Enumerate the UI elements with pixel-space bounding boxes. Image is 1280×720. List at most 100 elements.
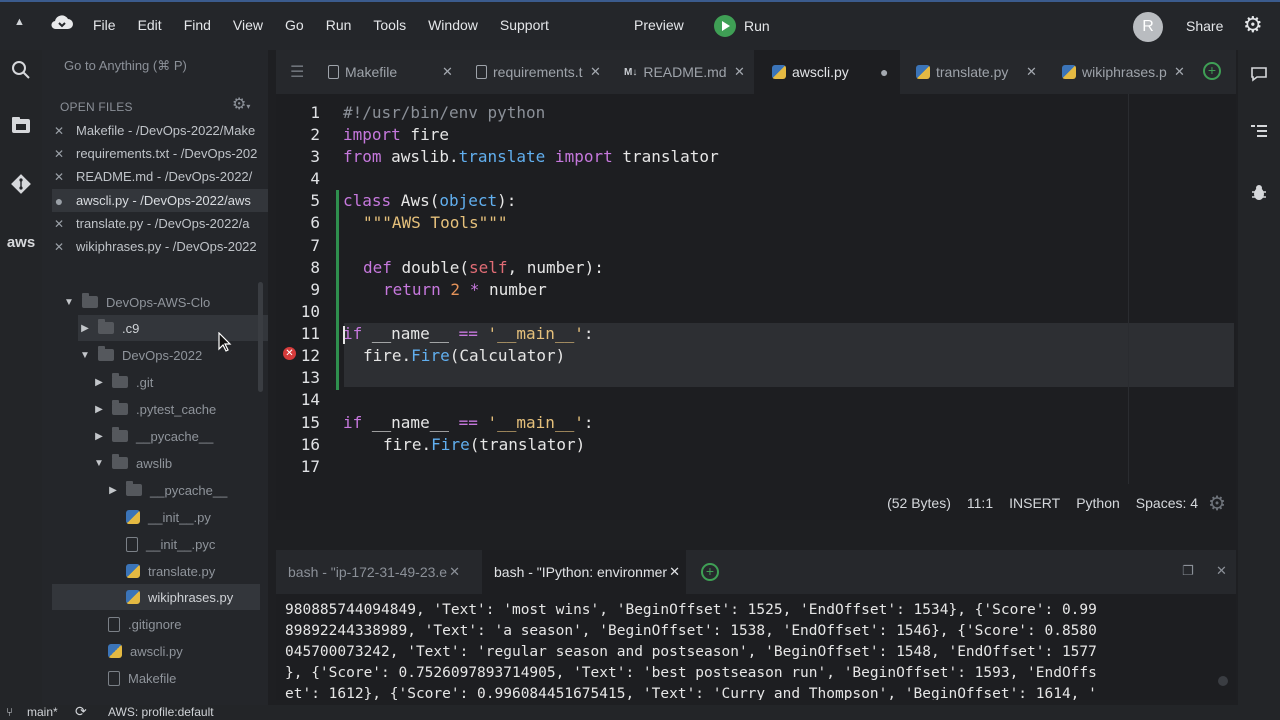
git-branch[interactable]: main* <box>27 705 58 719</box>
tree-file[interactable]: awscli.py <box>108 638 268 664</box>
close-icon[interactable]: ✕ <box>52 170 66 184</box>
menu-view[interactable]: View <box>233 17 263 33</box>
open-file-item-active[interactable]: ● awscli.py - /DevOps-2022/aws <box>52 189 268 212</box>
maximize-icon[interactable]: ❐ <box>1182 563 1194 579</box>
tab-menu-icon[interactable]: ☰ <box>290 62 304 82</box>
menu-support[interactable]: Support <box>500 17 549 33</box>
unsaved-dot-icon[interactable]: ● <box>52 193 66 209</box>
share-button[interactable]: Share <box>1186 18 1223 34</box>
open-files-settings-icon[interactable]: ⚙▾ <box>232 94 250 114</box>
close-icon[interactable]: ✕ <box>52 147 66 161</box>
tree-file[interactable]: __init__.pyc <box>126 531 268 557</box>
bottom-status-bar: ⑂ main* ⟳ AWS: profile:default <box>0 703 1280 720</box>
tab-translate[interactable]: translate.py ✕ <box>900 50 1046 94</box>
menu-window[interactable]: Window <box>428 17 478 33</box>
aws-icon[interactable]: aws <box>0 234 42 251</box>
tree-file-selected[interactable]: wikiphrases.py <box>52 584 260 610</box>
tree-folder[interactable]: ▶ .pytest_cache <box>92 396 268 422</box>
open-file-item[interactable]: ✕ wikiphrases.py - /DevOps-2022 <box>52 235 268 258</box>
tree-folder[interactable]: ▼ DevOps-2022 <box>78 342 268 368</box>
terminal-line: 980885744094849, 'Text': 'most wins', 'B… <box>285 602 1097 618</box>
tree-folder[interactable]: ▼ awslib <box>92 450 268 476</box>
terminal-line: }, {'Score': 0.7526097893714905, 'Text':… <box>285 665 1097 681</box>
open-file-item[interactable]: ✕ README.md - /DevOps-2022/ <box>52 165 268 188</box>
folder-icon <box>98 346 114 361</box>
sync-icon[interactable]: ⟳ <box>75 703 87 720</box>
close-icon[interactable]: ✕ <box>1216 563 1227 579</box>
python-file-icon <box>126 510 140 524</box>
tab-terminal-bash[interactable]: bash - "ip-172-31-49-23.e ✕ <box>276 550 480 594</box>
close-icon[interactable]: ✕ <box>442 64 453 80</box>
branch-icon[interactable]: ⑂ <box>6 705 13 719</box>
new-tab-plus-icon[interactable]: + <box>1203 62 1221 80</box>
new-terminal-plus-icon[interactable]: + <box>701 563 719 581</box>
cursor-position[interactable]: 11:1 <box>967 495 993 511</box>
tree-file[interactable]: __init__.py <box>126 504 268 530</box>
indent-setting[interactable]: Spaces: 4 <box>1136 495 1198 511</box>
tab-awscli[interactable]: awscli.py ● <box>754 50 900 94</box>
menu-go[interactable]: Go <box>285 17 304 33</box>
language-mode[interactable]: Python <box>1076 495 1120 511</box>
close-icon[interactable]: ✕ <box>52 240 66 254</box>
menu-file[interactable]: File <box>93 17 116 33</box>
run-button[interactable]: Run <box>714 15 792 37</box>
open-file-item[interactable]: ✕ requirements.txt - /DevOps-202 <box>52 142 268 165</box>
file-icon <box>126 536 138 552</box>
close-icon[interactable]: ✕ <box>734 64 745 80</box>
debugger-bug-icon[interactable] <box>1238 184 1280 207</box>
tab-readme[interactable]: M↓ README.md ✕ <box>620 50 754 94</box>
go-to-anything-input[interactable]: Go to Anything (⌘ P) <box>64 58 187 74</box>
tree-file[interactable]: .gitignore <box>108 611 268 637</box>
close-icon[interactable]: ✕ <box>1026 64 1037 80</box>
menu-find[interactable]: Find <box>184 17 211 33</box>
tree-folder[interactable]: ▼ DevOps-AWS-Clo <box>62 289 268 315</box>
tree-folder[interactable]: ▶ __pycache__ <box>106 477 268 503</box>
tab-makefile[interactable]: Makefile ✕ <box>320 50 470 94</box>
run-label: Run <box>744 18 770 34</box>
close-icon[interactable]: ✕ <box>52 217 66 231</box>
aws-profile[interactable]: AWS: profile:default <box>108 705 214 719</box>
close-icon[interactable]: ✕ <box>590 64 601 80</box>
environment-icon[interactable] <box>0 116 42 139</box>
mouse-cursor-icon <box>218 331 232 357</box>
gear-icon[interactable]: ⚙ <box>1208 491 1226 516</box>
preview-button[interactable]: Preview <box>634 17 684 33</box>
code-editor[interactable]: ✕ 1 2 3 4 5 6 7 8 9 10 11 12 13 14 15 16… <box>276 94 1236 520</box>
code-line: def double(self, number): <box>363 258 604 277</box>
tree-folder[interactable]: ▶ .c9 <box>78 315 268 341</box>
menu-edit[interactable]: Edit <box>138 17 162 33</box>
open-file-item[interactable]: ✕ Makefile - /DevOps-2022/Make <box>52 119 268 142</box>
close-icon[interactable]: ✕ <box>669 564 680 580</box>
tab-terminal-ipython[interactable]: bash - "IPython: environmer ✕ <box>482 550 686 594</box>
outline-icon[interactable] <box>1238 124 1280 143</box>
tree-file[interactable]: translate.py <box>126 558 268 584</box>
menu-run[interactable]: Run <box>326 17 352 33</box>
menu-bar: ▲ File Edit Find View Go Run Tools Windo… <box>0 0 1280 50</box>
close-icon[interactable]: ✕ <box>449 564 460 580</box>
editor-status-bar: (52 Bytes) 11:1 INSERT Python Spaces: 4 … <box>276 488 1236 518</box>
search-icon[interactable] <box>0 60 42 85</box>
close-icon[interactable]: ✕ <box>52 124 66 138</box>
python-file-icon <box>126 590 140 604</box>
line-number: 1 <box>310 103 320 122</box>
tree-file[interactable]: Makefile <box>108 665 268 691</box>
cloud9-logo-icon[interactable] <box>50 13 74 33</box>
collapse-icon[interactable]: ▲ <box>14 16 25 28</box>
tab-wikiphrases[interactable]: wikiphrases.p ✕ <box>1046 50 1200 94</box>
unsaved-dot-icon[interactable]: ● <box>880 64 888 80</box>
menu-tools[interactable]: Tools <box>373 17 406 33</box>
chevron-down-icon: ▼ <box>64 296 74 308</box>
tree-folder[interactable]: ▶ __pycache__ <box>92 423 268 449</box>
gear-icon[interactable]: ⚙ <box>1243 12 1263 38</box>
tree-folder[interactable]: ▶ .git <box>92 369 268 395</box>
close-icon[interactable]: ✕ <box>1174 64 1185 80</box>
open-file-item[interactable]: ✕ translate.py - /DevOps-2022/a <box>52 212 268 235</box>
sidebar-scrollbar[interactable] <box>258 282 263 392</box>
chat-icon[interactable] <box>1238 66 1280 87</box>
tab-requirements[interactable]: requirements.t ✕ <box>470 50 620 94</box>
avatar[interactable]: R <box>1133 12 1163 42</box>
terminal-output[interactable]: 980885744094849, 'Text': 'most wins', 'B… <box>276 594 1236 700</box>
line-number: 10 <box>300 302 320 321</box>
source-control-icon[interactable] <box>0 174 42 199</box>
line-number: 16 <box>300 435 320 454</box>
